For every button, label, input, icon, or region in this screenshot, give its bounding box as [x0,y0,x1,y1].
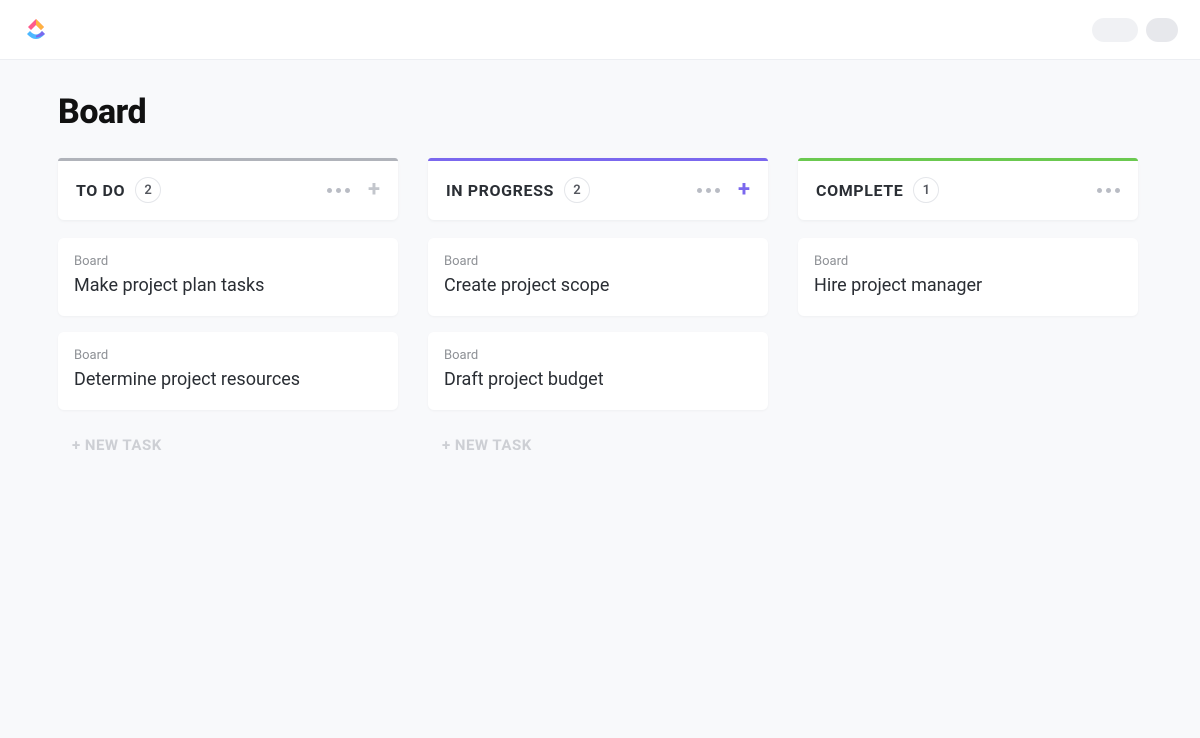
column-header-left: IN PROGRESS 2 [446,177,590,203]
column-header-right [1097,188,1120,193]
card-title: Make project plan tasks [74,275,382,296]
topbar-button-b[interactable] [1146,18,1178,42]
count-badge: 2 [564,177,590,203]
task-card[interactable]: Board Determine project resources [58,332,398,410]
new-task-button[interactable]: + NEW TASK [428,426,768,464]
more-icon[interactable] [697,188,720,193]
task-card[interactable]: Board Create project scope [428,238,768,316]
topbar [0,0,1200,60]
column-header-left: COMPLETE 1 [816,177,939,203]
new-task-button[interactable]: + NEW TASK [58,426,398,464]
card-title: Create project scope [444,275,752,296]
page-content: Board TO DO 2 + Board Make project plan … [0,60,1200,496]
card-list-label: Board [444,254,752,269]
page-title: Board [58,92,1142,132]
plus-icon[interactable]: + [738,179,750,201]
more-icon[interactable] [1097,188,1120,193]
card-title: Hire project manager [814,275,1122,296]
topbar-button-a[interactable] [1092,18,1138,42]
task-card[interactable]: Board Hire project manager [798,238,1138,316]
kanban-board: TO DO 2 + Board Make project plan tasks … [58,158,1142,464]
status-label: TO DO [76,181,125,200]
column-inprogress: IN PROGRESS 2 + Board Create project sco… [428,158,768,464]
card-list-label: Board [814,254,1122,269]
task-card[interactable]: Board Draft project budget [428,332,768,410]
more-icon[interactable] [327,188,350,193]
column-header: IN PROGRESS 2 + [428,158,768,220]
column-header: TO DO 2 + [58,158,398,220]
task-card[interactable]: Board Make project plan tasks [58,238,398,316]
status-label: COMPLETE [816,181,903,200]
count-badge: 1 [913,177,939,203]
plus-icon[interactable]: + [368,179,380,201]
column-header-right: + [327,179,380,201]
app-logo [22,16,50,44]
card-list-label: Board [444,348,752,363]
column-header-right: + [697,179,750,201]
card-list-label: Board [74,254,382,269]
column-header-left: TO DO 2 [76,177,161,203]
card-list-label: Board [74,348,382,363]
card-title: Determine project resources [74,369,382,390]
count-badge: 2 [135,177,161,203]
status-label: IN PROGRESS [446,181,554,200]
topbar-actions [1092,18,1178,42]
card-title: Draft project budget [444,369,752,390]
column-complete: COMPLETE 1 Board Hire project manager [798,158,1138,464]
column-header: COMPLETE 1 [798,158,1138,220]
column-todo: TO DO 2 + Board Make project plan tasks … [58,158,398,464]
